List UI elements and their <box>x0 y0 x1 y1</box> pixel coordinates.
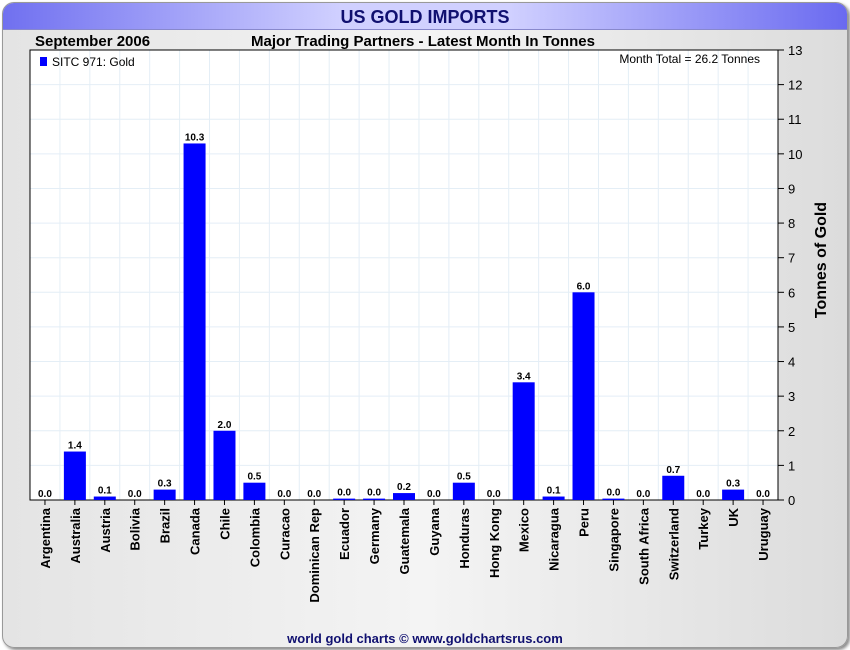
data-label: 2.0 <box>218 420 232 431</box>
x-tick-label: Austria <box>98 507 113 553</box>
x-tick-label: Hong Kong <box>487 508 502 578</box>
bar <box>93 496 116 500</box>
x-tick-label: Argentina <box>38 507 53 568</box>
bar <box>363 498 386 500</box>
bar <box>243 482 266 500</box>
x-tick-label: Guyana <box>427 507 442 555</box>
data-label: 10.3 <box>185 132 205 143</box>
data-label: 0.0 <box>696 489 710 500</box>
x-tick-label: Australia <box>68 507 83 563</box>
bar <box>63 451 86 500</box>
bar <box>452 482 475 500</box>
plot-area <box>29 49 779 501</box>
legend-label: SITC 971: Gold <box>52 55 135 69</box>
x-tick-label: Peru <box>577 508 592 537</box>
data-label: 0.0 <box>307 489 321 500</box>
bar <box>333 498 356 500</box>
x-tick-label: Guatemala <box>397 507 412 574</box>
data-label: 0.7 <box>666 465 680 476</box>
x-tick-label: Nicaragua <box>547 507 562 571</box>
data-label: 0.0 <box>367 488 381 499</box>
y-tick-label: 3 <box>788 389 795 404</box>
y-tick-label: 13 <box>788 43 802 58</box>
data-label: 0.3 <box>726 479 740 490</box>
legend-swatch <box>40 57 47 66</box>
data-label: 0.0 <box>756 489 770 500</box>
y-tick-label: 6 <box>788 285 795 300</box>
x-tick-label: UK <box>726 507 741 526</box>
bar <box>393 493 415 500</box>
y-tick-label: 1 <box>788 458 795 473</box>
y-axis-label: Tonnes of Gold <box>813 202 830 318</box>
y-tick-label: 7 <box>788 251 795 266</box>
data-label: 0.0 <box>487 489 501 500</box>
data-label: 0.0 <box>277 489 291 500</box>
x-tick-label: Bolivia <box>128 507 143 550</box>
x-tick-label: Singapore <box>606 508 621 572</box>
month-total-annotation: Month Total = 26.2 Tonnes <box>619 52 760 66</box>
bar <box>572 292 595 500</box>
y-tick-label: 4 <box>788 355 795 370</box>
y-tick-label: 12 <box>788 78 802 93</box>
bar <box>153 489 176 500</box>
data-label: 0.3 <box>158 479 172 490</box>
x-tick-label: Switzerland <box>666 508 681 580</box>
x-tick-label: Uruguay <box>756 507 771 561</box>
y-tick-label: 8 <box>788 216 795 231</box>
x-tick-label: Ecuador <box>337 508 352 560</box>
bar <box>512 382 535 500</box>
data-label: 0.0 <box>337 488 351 499</box>
y-tick-label: 10 <box>788 147 802 162</box>
data-label: 0.1 <box>547 486 561 497</box>
data-label: 0.0 <box>38 489 52 500</box>
data-label: 1.4 <box>68 441 82 452</box>
y-tick-label: 11 <box>788 112 802 127</box>
x-tick-label: Canada <box>188 507 203 555</box>
bar <box>183 143 206 500</box>
y-tick-label: 9 <box>788 181 795 196</box>
bar-chart: 0123456789101112130.0Argentina1.4Austral… <box>29 43 830 603</box>
y-tick-label: 0 <box>788 493 795 508</box>
data-label: 0.2 <box>397 482 411 493</box>
x-tick-label: Brazil <box>158 508 173 543</box>
data-label: 0.0 <box>636 489 650 500</box>
bar <box>602 498 625 500</box>
bar <box>662 475 685 500</box>
x-tick-label: Dominican Rep <box>307 508 322 603</box>
data-label: 0.5 <box>247 472 261 483</box>
data-label: 0.0 <box>427 489 441 500</box>
data-label: 0.1 <box>98 486 112 497</box>
data-label: 0.5 <box>457 472 471 483</box>
x-tick-label: Turkey <box>696 507 711 549</box>
bar <box>213 430 236 500</box>
data-label: 6.0 <box>577 281 591 292</box>
data-label: 0.0 <box>606 488 620 499</box>
x-tick-label: South Africa <box>636 507 651 585</box>
x-tick-label: Germany <box>367 507 382 564</box>
data-label: 3.4 <box>517 371 531 382</box>
x-tick-label: Honduras <box>457 508 472 569</box>
bar <box>722 489 745 500</box>
y-tick-label: 2 <box>788 424 795 439</box>
x-tick-label: Colombia <box>247 507 262 567</box>
bar <box>542 496 565 500</box>
x-tick-label: Chile <box>217 508 232 540</box>
x-tick-label: Mexico <box>517 508 532 552</box>
data-label: 0.0 <box>128 489 142 500</box>
x-tick-label: Curacao <box>277 508 292 560</box>
y-tick-label: 5 <box>788 320 795 335</box>
